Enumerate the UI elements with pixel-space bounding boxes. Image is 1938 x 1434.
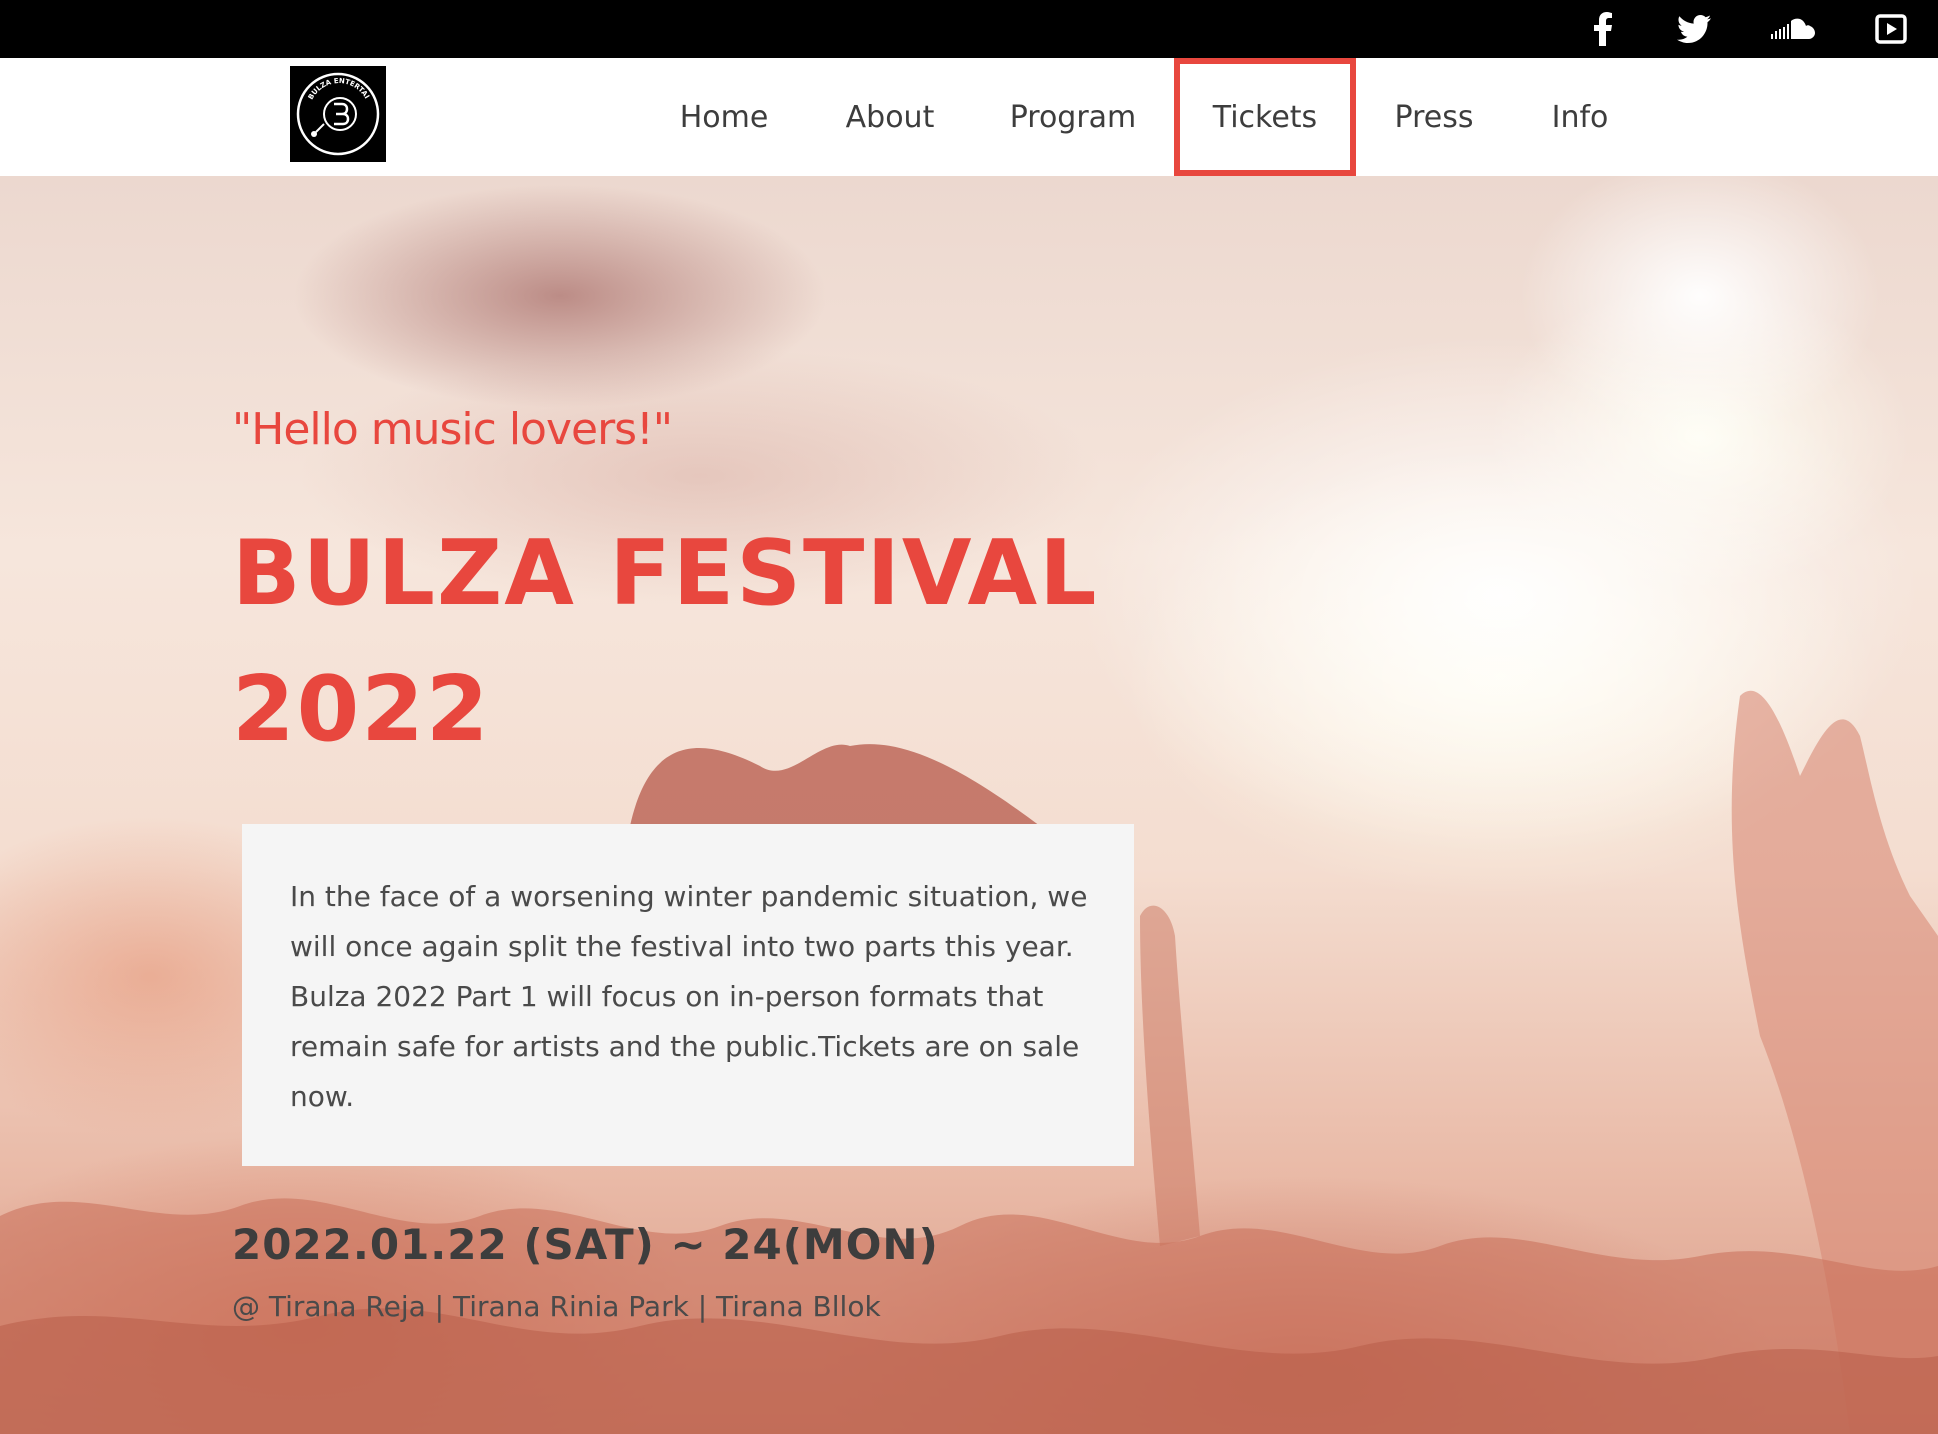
nav-home[interactable]: Home <box>658 58 790 176</box>
facebook-icon[interactable] <box>1588 11 1618 47</box>
soundcloud-icon[interactable] <box>1770 11 1816 47</box>
site-header: BULZA ENTERTAINMENT Home About Program T… <box>0 58 1938 176</box>
nav-tickets[interactable]: Tickets <box>1174 58 1356 176</box>
nav-program[interactable]: Program <box>996 58 1150 176</box>
festival-title-line1: BULZA FESTIVAL <box>232 521 1099 626</box>
nav-about[interactable]: About <box>830 58 950 176</box>
youtube-icon[interactable] <box>1874 11 1908 47</box>
hero-section: "Hello music lovers!" BULZA FESTIVAL 202… <box>0 176 1938 1434</box>
nav-info[interactable]: Info <box>1538 58 1622 176</box>
twitter-icon[interactable] <box>1676 11 1712 47</box>
festival-title: BULZA FESTIVAL 2022 <box>232 506 1132 778</box>
festival-dates: 2022.01.22 (SAT) ~ 24(MON) <box>232 1220 939 1269</box>
description-box: In the face of a worsening winter pandem… <box>242 824 1134 1166</box>
bulza-logo[interactable]: BULZA ENTERTAINMENT <box>290 66 386 162</box>
festival-title-line2: 2022 <box>232 657 491 762</box>
nav-press[interactable]: Press <box>1382 58 1486 176</box>
festival-description: In the face of a worsening winter pandem… <box>290 880 1088 1113</box>
social-bar <box>0 0 1938 58</box>
logo-emblem-icon: BULZA ENTERTAINMENT <box>294 70 380 156</box>
festival-venue: @ Tirana Reja | Tirana Rinia Park | Tira… <box>232 1290 881 1323</box>
hero-greeting: "Hello music lovers!" <box>232 404 673 455</box>
